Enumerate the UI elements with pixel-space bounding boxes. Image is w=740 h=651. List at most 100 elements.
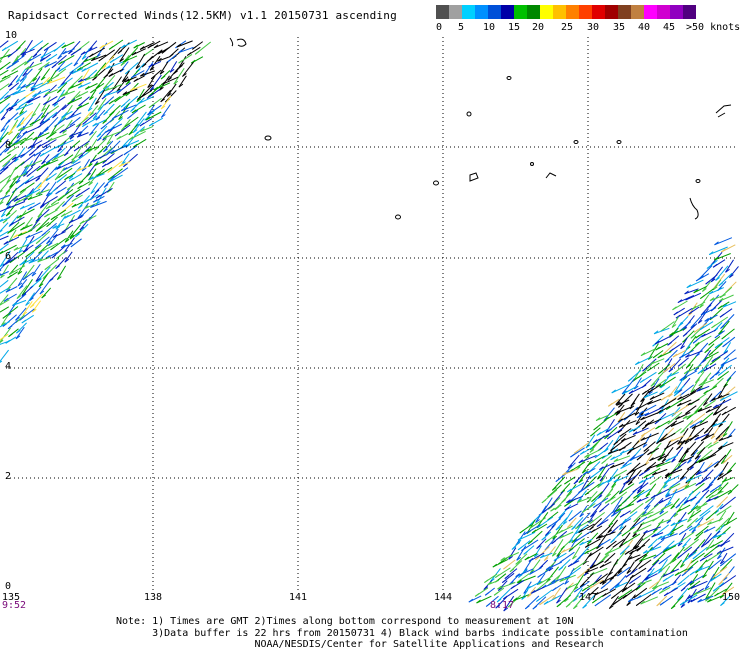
island-outline xyxy=(716,105,731,117)
wind-barb-tick xyxy=(29,152,33,155)
wind-barb-tick xyxy=(594,427,598,430)
wind-barb-tick xyxy=(706,517,710,520)
wind-barb-tick xyxy=(688,511,692,514)
wind-barb xyxy=(709,247,728,255)
wind-barb-tick xyxy=(629,581,633,584)
wind-barb-tick xyxy=(650,482,654,485)
wind-barb xyxy=(687,280,704,288)
wind-barb xyxy=(167,84,176,97)
wind-barb-tick xyxy=(99,58,103,61)
wind-barb xyxy=(26,293,35,306)
wind-barb-tick xyxy=(485,592,489,595)
wind-barb-tick xyxy=(542,500,546,503)
wind-barb xyxy=(65,183,74,195)
wind-barb xyxy=(668,463,679,477)
wind-barb-tick xyxy=(602,461,606,464)
wind-barb-tick xyxy=(717,512,721,515)
wind-barb-tick xyxy=(0,141,1,144)
wind-barb xyxy=(13,300,26,305)
wind-barb-tick xyxy=(637,457,641,460)
wind-barb-tick xyxy=(559,567,563,570)
wind-barb-tick xyxy=(678,582,682,585)
wind-barb xyxy=(630,398,636,409)
wind-barb-tick xyxy=(12,68,16,71)
wind-barb-tick xyxy=(640,380,644,383)
wind-barb-tick xyxy=(723,344,727,347)
wind-barb-tick xyxy=(22,320,26,323)
note-line-3: NOAA/NESDIS/Center for Satellite Applica… xyxy=(116,639,688,651)
wind-barb-tick xyxy=(682,573,686,576)
wind-barb xyxy=(715,238,732,245)
wind-barb-tick xyxy=(702,489,706,492)
wind-barb xyxy=(563,469,579,475)
wind-barb-tick xyxy=(663,578,667,581)
wind-barb-tick xyxy=(622,533,626,536)
wind-barb-tick xyxy=(679,532,683,535)
wind-barb-tick xyxy=(0,102,2,105)
wind-barb-tick xyxy=(689,528,693,531)
wind-barb-tick xyxy=(645,500,649,503)
wind-barb xyxy=(33,68,42,81)
wind-barb-tick xyxy=(0,154,2,157)
island-outlines xyxy=(230,38,731,219)
wind-barb-tick xyxy=(52,65,56,68)
wind-barb-tick xyxy=(56,191,60,194)
wind-barb-tick xyxy=(577,575,581,578)
wind-barb-tick xyxy=(98,151,102,154)
wind-barb-tick xyxy=(0,270,1,273)
wind-barb xyxy=(638,580,652,585)
island-outline xyxy=(507,77,511,80)
wind-barb-tick xyxy=(712,325,716,328)
note-line-2: 3)Data buffer is 22 hrs from 20150731 4)… xyxy=(116,628,688,640)
wind-barb-tick xyxy=(195,51,199,54)
wind-barb xyxy=(74,55,81,66)
note-line-1: Note: 1) Times are GMT 2)Times along bot… xyxy=(116,616,688,628)
lon-label-141: 141 xyxy=(289,592,307,603)
island-outline xyxy=(230,38,246,46)
wind-barb xyxy=(707,520,721,525)
wind-barb-tick xyxy=(475,593,479,596)
wind-barb xyxy=(0,62,10,70)
wind-barb-tick xyxy=(9,87,13,90)
island-outline xyxy=(470,173,478,181)
wind-barb-tick xyxy=(597,524,601,527)
wind-barb-tick xyxy=(636,603,640,606)
wind-barb xyxy=(106,62,123,69)
wind-barb xyxy=(65,252,72,262)
wind-barb-tick xyxy=(722,336,726,339)
wind-barb xyxy=(32,301,40,313)
wind-barb-tick xyxy=(613,544,617,547)
wind-barb-tick xyxy=(71,244,75,247)
wind-barb xyxy=(719,462,728,476)
wind-barb xyxy=(609,596,618,608)
wind-map xyxy=(0,0,740,650)
wind-barb-tick xyxy=(57,179,61,182)
island-outline xyxy=(696,180,700,183)
wind-barb-tick xyxy=(724,356,728,359)
wind-barb-tick xyxy=(683,333,687,336)
wind-barb-tick xyxy=(608,403,612,406)
wind-barb xyxy=(40,279,51,294)
wind-barb xyxy=(614,476,629,482)
lat-label-0: 0 xyxy=(5,581,11,592)
wind-barb xyxy=(661,569,679,577)
wind-barb xyxy=(160,62,168,74)
wind-barb xyxy=(70,225,81,238)
wind-barb xyxy=(179,76,187,87)
wind-barb xyxy=(110,145,128,153)
wind-barb-tick xyxy=(570,454,574,457)
wind-barb-tick xyxy=(484,580,488,583)
wind-barb-tick xyxy=(659,561,663,564)
wind-barb xyxy=(647,463,664,470)
wind-barb xyxy=(123,89,137,95)
wind-barb-tick xyxy=(710,376,714,379)
wind-barb-tick xyxy=(71,52,75,55)
wind-barb-tick xyxy=(678,555,682,558)
wind-barb-tick xyxy=(127,116,131,119)
wind-barb-tick xyxy=(124,152,128,155)
wind-barb xyxy=(654,328,669,334)
wind-barb xyxy=(18,230,32,236)
wind-barb xyxy=(108,63,114,73)
wind-barb-tick xyxy=(606,546,610,549)
lat-label-8: 8 xyxy=(5,140,11,151)
